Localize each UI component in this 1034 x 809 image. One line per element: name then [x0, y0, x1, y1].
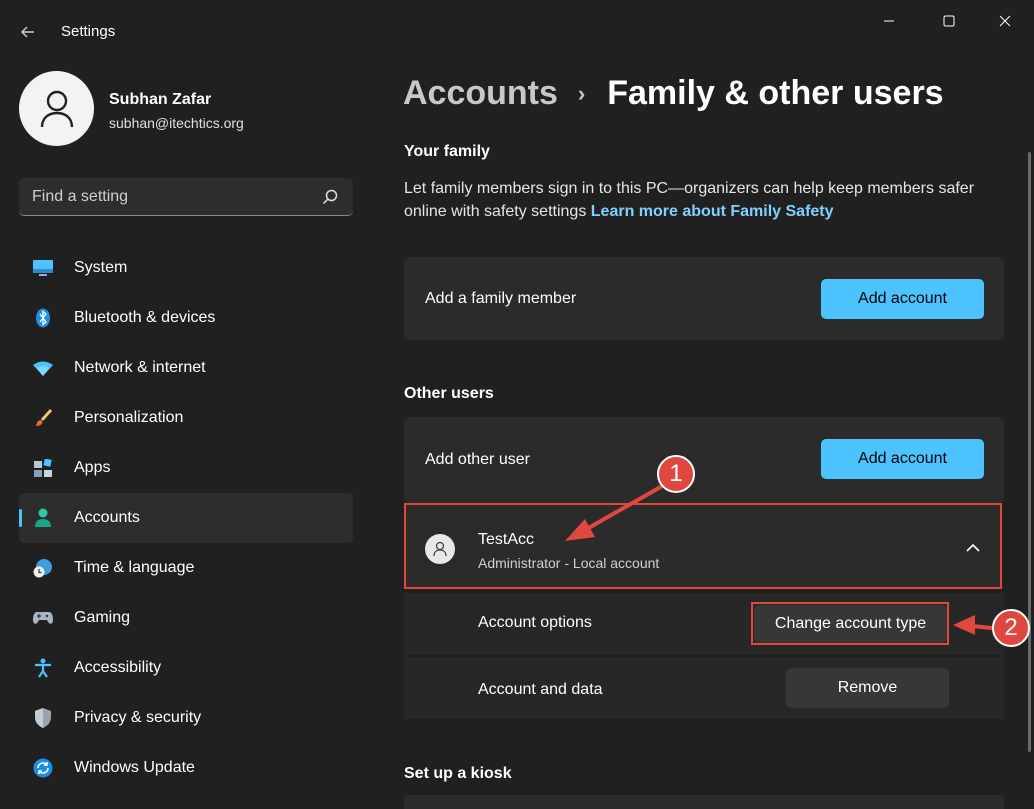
search-placeholder: Find a setting: [32, 188, 129, 205]
sidebar-item-label: Accounts: [74, 509, 140, 526]
sidebar-item-personalization[interactable]: Personalization: [19, 393, 353, 443]
chevron-up-icon[interactable]: [964, 539, 982, 557]
sidebar-item-label: Accessibility: [74, 659, 162, 676]
sidebar-item-label: Gaming: [74, 609, 131, 626]
breadcrumb-parent[interactable]: Accounts: [403, 74, 558, 113]
sidebar-nav: System Bluetooth & devices Network & int…: [19, 243, 353, 793]
sidebar-item-label: Privacy & security: [74, 709, 202, 726]
user-account-type: Administrator - Local account: [478, 555, 660, 571]
close-button[interactable]: [982, 8, 1028, 34]
sidebar-item-accounts[interactable]: Accounts: [19, 493, 353, 543]
annotation-badge-1: 1: [657, 455, 695, 493]
add-family-account-button[interactable]: Add account: [821, 279, 984, 319]
remove-account-button[interactable]: Remove: [786, 668, 949, 708]
sidebar-item-label: Time & language: [74, 559, 195, 576]
search-icon: [322, 189, 338, 205]
minimize-button[interactable]: [866, 8, 912, 34]
sidebar-item-apps[interactable]: Apps: [19, 443, 353, 493]
family-safety-link[interactable]: Learn more about Family Safety: [591, 203, 834, 220]
add-family-member-label: Add a family member: [425, 290, 577, 307]
sidebar-item-bluetooth[interactable]: Bluetooth & devices: [19, 293, 353, 343]
sidebar-item-label: System: [74, 259, 128, 276]
shield-icon: [33, 708, 53, 728]
add-other-user-label: Add other user: [425, 451, 530, 468]
back-button[interactable]: [14, 18, 42, 46]
section-your-family: Your family: [404, 143, 490, 160]
sidebar-item-label: Network & internet: [74, 359, 206, 376]
account-data-row: Account and data Remove: [404, 657, 1004, 719]
section-kiosk: Set up a kiosk: [404, 765, 512, 782]
account-options-label: Account options: [478, 614, 592, 631]
minimize-icon: [884, 20, 894, 22]
account-data-label: Account and data: [478, 681, 603, 698]
search-input[interactable]: Find a setting: [19, 178, 353, 216]
sidebar-item-label: Apps: [74, 459, 111, 476]
scrollbar[interactable]: [1028, 152, 1031, 752]
brush-icon: [33, 408, 53, 428]
sidebar-item-label: Personalization: [74, 409, 184, 426]
apps-icon: [33, 458, 53, 478]
section-other-users: Other users: [404, 385, 494, 402]
maximize-icon: [943, 15, 955, 27]
app-title: Settings: [61, 23, 116, 40]
kiosk-card: [404, 795, 1004, 809]
breadcrumb-separator: ›: [577, 80, 586, 106]
gamepad-icon: [33, 608, 53, 628]
sidebar-item-label: Bluetooth & devices: [74, 309, 216, 326]
user-avatar: [425, 534, 455, 564]
wifi-icon: [33, 358, 53, 378]
page-title: Family & other users: [607, 74, 944, 112]
profile-name: Subhan Zafar: [109, 91, 212, 108]
bluetooth-icon: [33, 308, 53, 328]
sidebar-item-label: Windows Update: [74, 759, 195, 776]
globe-clock-icon: [33, 558, 53, 578]
breadcrumb: Accounts › Family & other users: [403, 74, 944, 113]
person-outline-icon: [433, 541, 447, 557]
sidebar-item-windows-update[interactable]: Windows Update: [19, 743, 353, 793]
add-family-member-card: Add a family member Add account: [404, 257, 1004, 340]
sidebar-item-network[interactable]: Network & internet: [19, 343, 353, 393]
family-description: Let family members sign in to this PC—or…: [404, 177, 994, 223]
annotation-badge-2: 2: [992, 609, 1030, 647]
annotation-highlight-change-type: [751, 602, 949, 645]
user-name: TestAcc: [478, 531, 535, 548]
title-bar: Settings: [0, 0, 1034, 62]
close-icon: [999, 15, 1011, 27]
person-icon: [33, 508, 53, 528]
sidebar-item-accessibility[interactable]: Accessibility: [19, 643, 353, 693]
back-arrow-icon: [21, 26, 34, 38]
sidebar-item-system[interactable]: System: [19, 243, 353, 293]
sidebar-item-gaming[interactable]: Gaming: [19, 593, 353, 643]
sidebar-item-privacy-security[interactable]: Privacy & security: [19, 693, 353, 743]
sidebar-item-time-language[interactable]: Time & language: [19, 543, 353, 593]
profile-email: subhan@itechtics.org: [109, 115, 244, 131]
update-icon: [33, 758, 53, 778]
profile-avatar[interactable]: [19, 71, 94, 146]
person-outline-icon: [40, 90, 73, 127]
monitor-icon: [33, 258, 53, 278]
add-other-user-card: Add other user Add account: [404, 417, 1004, 503]
maximize-button[interactable]: [926, 8, 972, 34]
user-row-testacc[interactable]: TestAcc Administrator - Local account: [404, 503, 1002, 589]
accessibility-icon: [33, 658, 53, 678]
add-other-account-button[interactable]: Add account: [821, 439, 984, 479]
